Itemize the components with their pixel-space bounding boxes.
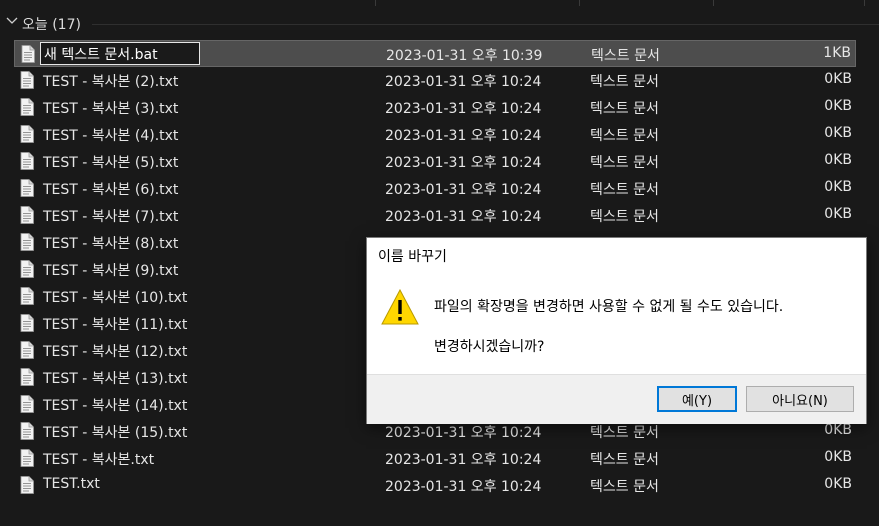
yes-button[interactable]: 예(Y) — [657, 386, 737, 412]
text-file-icon — [20, 341, 34, 359]
file-name: TEST - 복사본 (10).txt — [43, 290, 188, 306]
file-name: TEST.txt — [43, 476, 100, 492]
file-date: 2023-01-31 오후 10:39 — [386, 48, 543, 64]
text-file-icon — [20, 314, 34, 332]
dialog-title: 이름 바꾸기 — [378, 249, 447, 265]
file-name: TEST - 복사본 (15).txt — [43, 425, 188, 441]
file-size: 0KB — [824, 422, 852, 438]
file-size: 0KB — [824, 179, 852, 195]
rename-dialog: 이름 바꾸기 파일의 확장명을 변경하면 사용할 수 없게 될 수도 있습니다.… — [366, 237, 867, 424]
file-name: TEST - 복사본 (4).txt — [43, 128, 179, 144]
text-file-icon — [20, 206, 34, 224]
file-name: TEST - 복사본 (2).txt — [43, 74, 179, 90]
group-header-today[interactable]: 오늘 (17) — [0, 10, 879, 36]
file-type: 텍스트 문서 — [590, 101, 659, 117]
text-file-icon — [20, 179, 34, 197]
file-size: 0KB — [824, 449, 852, 465]
file-name: TEST - 복사본 (3).txt — [43, 101, 179, 117]
column-divider[interactable] — [579, 0, 580, 6]
file-name: TEST - 복사본 (13).txt — [43, 371, 188, 387]
dialog-question: 변경하시겠습니까? — [434, 339, 545, 355]
text-file-icon — [20, 422, 34, 440]
no-button[interactable]: 아니요(N) — [746, 386, 854, 412]
file-date: 2023-01-31 오후 10:24 — [385, 155, 542, 171]
file-type: 텍스트 문서 — [590, 74, 659, 90]
file-row[interactable]: TEST.txt 2023-01-31 오후 10:24 텍스트 문서 0KB — [14, 472, 856, 499]
text-file-icon — [20, 98, 34, 116]
file-row-selected[interactable]: 2023-01-31 오후 10:39 텍스트 문서 1KB — [14, 40, 856, 67]
file-name: TEST - 복사본 (11).txt — [43, 317, 188, 333]
text-file-icon — [20, 287, 34, 305]
file-size: 0KB — [824, 476, 852, 492]
warning-icon — [381, 288, 419, 325]
text-file-icon — [20, 368, 34, 386]
file-row[interactable]: TEST - 복사본 (5).txt 2023-01-31 오후 10:24 텍스트… — [14, 148, 856, 175]
file-row[interactable]: TEST - 복사본 (2).txt 2023-01-31 오후 10:24 텍스트… — [14, 67, 856, 94]
text-file-icon — [20, 395, 34, 413]
column-divider[interactable] — [864, 0, 865, 6]
file-date: 2023-01-31 오후 10:24 — [385, 182, 542, 198]
file-row[interactable]: TEST - 복사본 (4).txt 2023-01-31 오후 10:24 텍스트… — [14, 121, 856, 148]
file-type: 텍스트 문서 — [590, 209, 659, 225]
file-size: 1KB — [823, 45, 851, 61]
file-date: 2023-01-31 오후 10:24 — [385, 479, 542, 495]
group-label: 오늘 (17) — [22, 17, 81, 33]
file-row[interactable]: TEST - 복사본 (7).txt 2023-01-31 오후 10:24 텍스트… — [14, 202, 856, 229]
file-name: TEST - 복사본 (5).txt — [43, 155, 179, 171]
file-name: TEST - 복사본.txt — [43, 452, 155, 468]
file-type: 텍스트 문서 — [590, 479, 659, 495]
file-row[interactable]: TEST - 복사본 (3).txt 2023-01-31 오후 10:24 텍스트… — [14, 94, 856, 121]
text-file-icon — [20, 449, 34, 467]
file-date: 2023-01-31 오후 10:24 — [385, 209, 542, 225]
file-row[interactable]: TEST - 복사본.txt 2023-01-31 오후 10:24 텍스트 문서 0… — [14, 445, 856, 472]
text-file-icon — [21, 45, 35, 63]
file-type: 텍스트 문서 — [591, 48, 660, 64]
text-file-icon — [20, 260, 34, 278]
file-type: 텍스트 문서 — [590, 452, 659, 468]
file-name: TEST - 복사본 (6).txt — [43, 182, 179, 198]
rename-input[interactable] — [40, 42, 200, 65]
file-size: 0KB — [824, 71, 852, 87]
text-file-icon — [20, 152, 34, 170]
file-date: 2023-01-31 오후 10:24 — [385, 452, 542, 468]
file-name: TEST - 복사본 (8).txt — [43, 236, 179, 252]
file-date: 2023-01-31 오후 10:24 — [385, 128, 542, 144]
file-size: 0KB — [824, 98, 852, 114]
dialog-footer: 예(Y) 아니요(N) — [367, 374, 866, 424]
file-type: 텍스트 문서 — [590, 128, 659, 144]
file-name: TEST - 복사본 (9).txt — [43, 263, 179, 279]
text-file-icon — [20, 233, 34, 251]
file-date: 2023-01-31 오후 10:24 — [385, 425, 542, 441]
file-date: 2023-01-31 오후 10:24 — [385, 74, 542, 90]
file-size: 0KB — [824, 152, 852, 168]
text-file-icon — [20, 125, 34, 143]
file-date: 2023-01-31 오후 10:24 — [385, 101, 542, 117]
file-name: TEST - 복사본 (7).txt — [43, 209, 179, 225]
file-type: 텍스트 문서 — [590, 182, 659, 198]
group-divider — [92, 24, 879, 25]
chevron-down-icon — [6, 17, 18, 24]
file-type: 텍스트 문서 — [590, 425, 659, 441]
file-name: TEST - 복사본 (14).txt — [43, 398, 188, 414]
dialog-message: 파일의 확장명을 변경하면 사용할 수 없게 될 수도 있습니다. — [434, 299, 784, 315]
file-row[interactable]: TEST - 복사본 (6).txt 2023-01-31 오후 10:24 텍스트… — [14, 175, 856, 202]
file-name: TEST - 복사본 (12).txt — [43, 344, 188, 360]
text-file-icon — [20, 476, 34, 494]
column-divider[interactable] — [375, 0, 376, 6]
column-divider[interactable] — [713, 0, 714, 6]
text-file-icon — [20, 71, 34, 89]
file-type: 텍스트 문서 — [590, 155, 659, 171]
file-size: 0KB — [824, 125, 852, 141]
file-size: 0KB — [824, 206, 852, 222]
